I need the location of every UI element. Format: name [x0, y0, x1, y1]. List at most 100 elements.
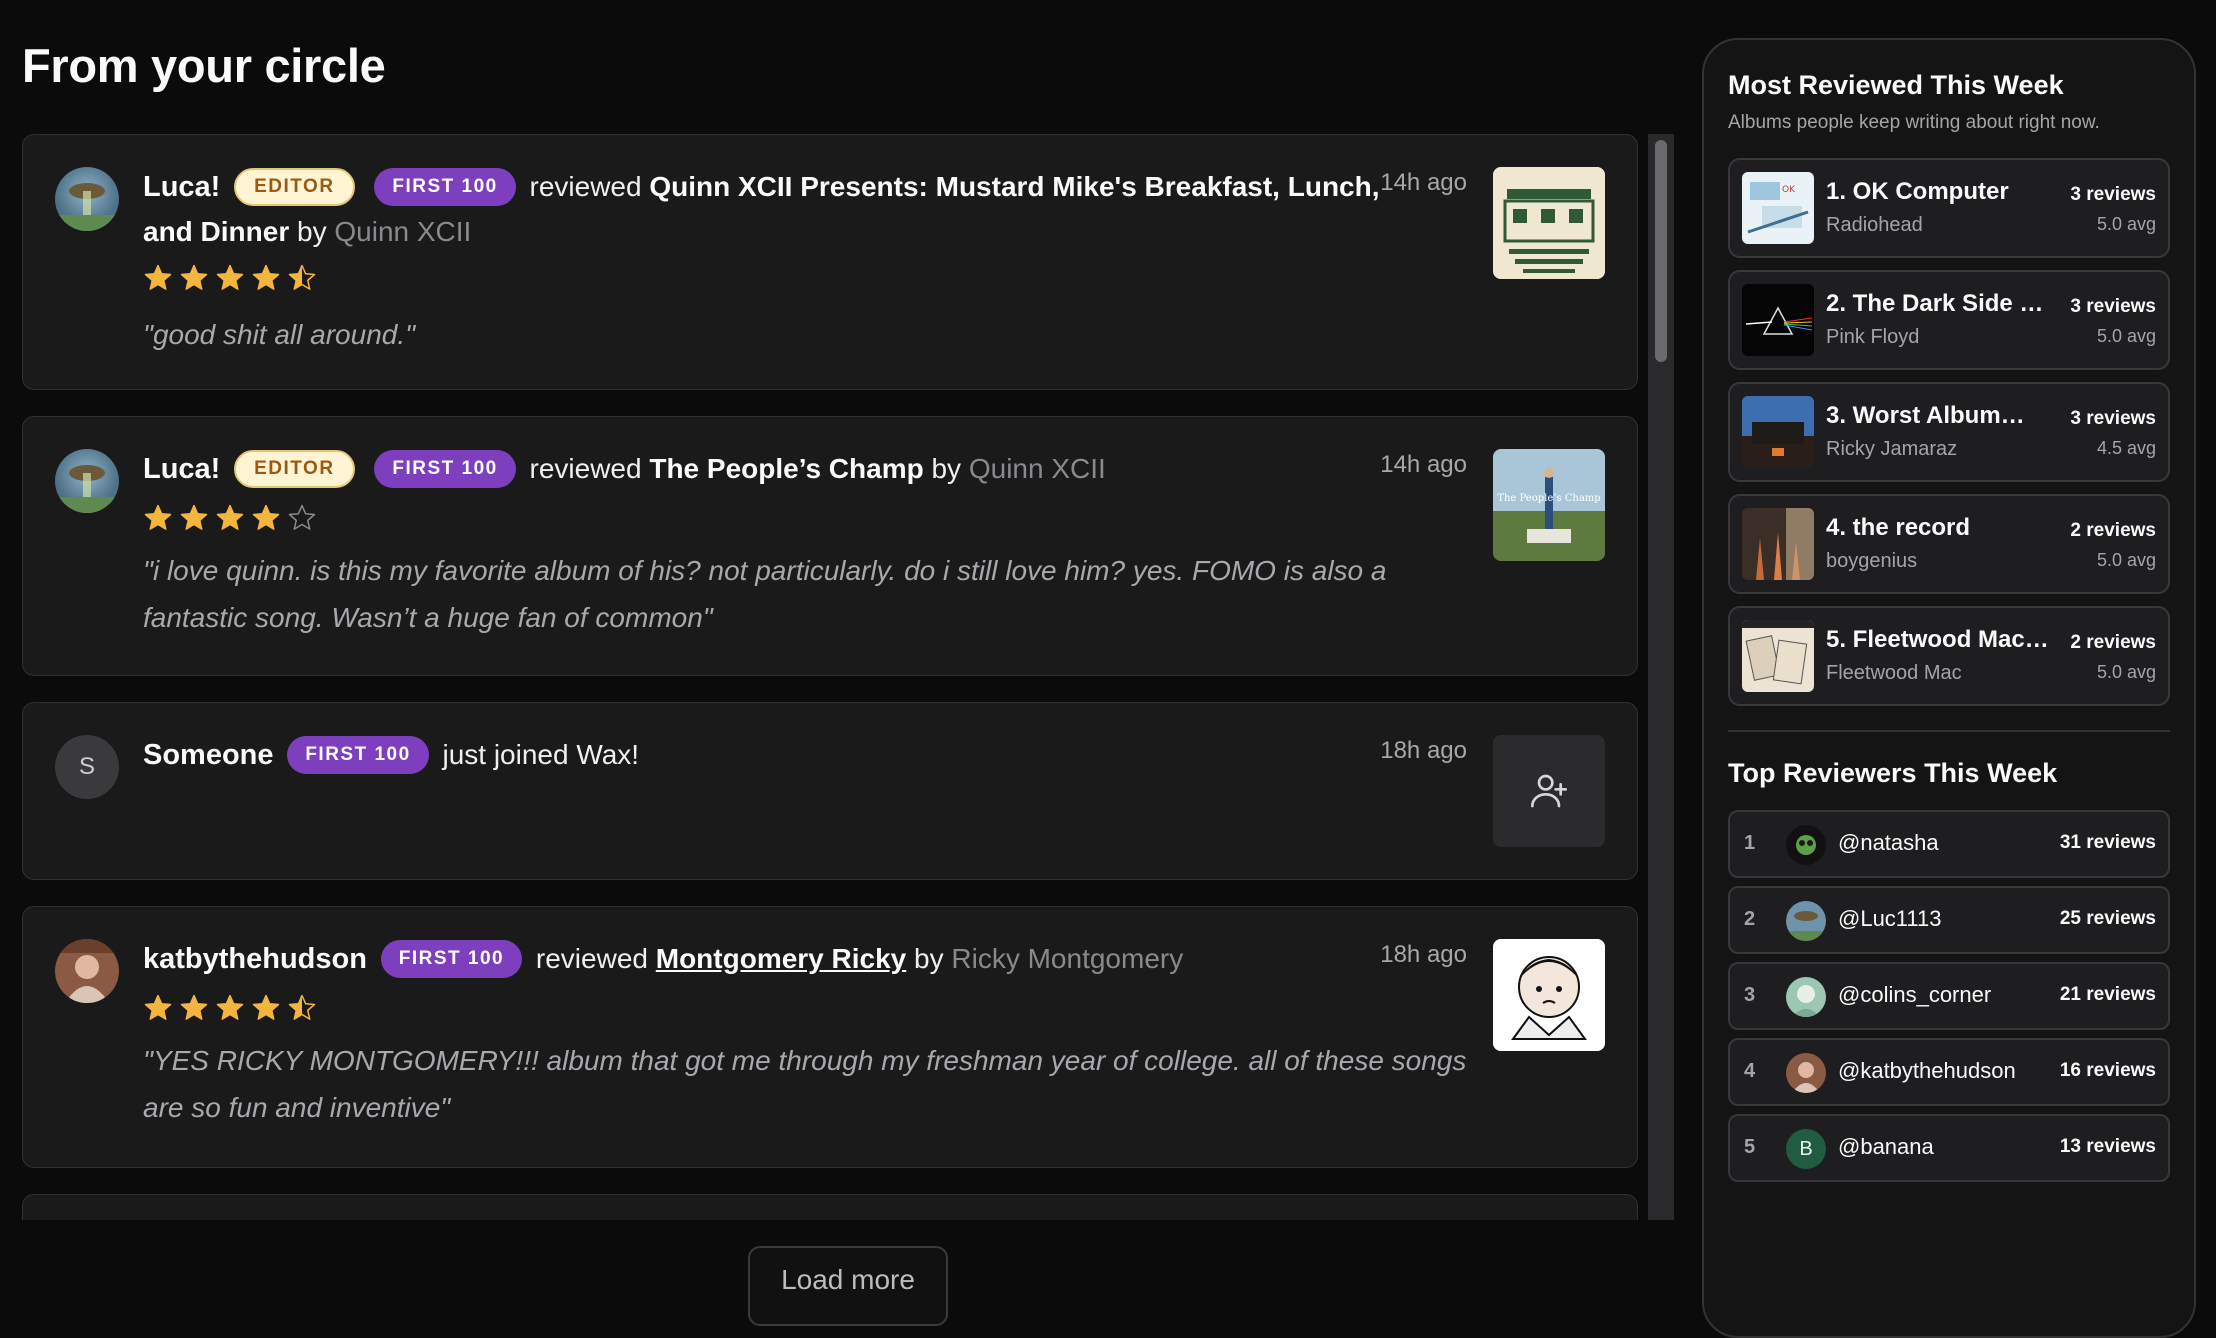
reviewer-count: 25 reviews — [2059, 908, 2156, 929]
star-full-icon — [180, 264, 208, 290]
avatar[interactable] — [55, 939, 119, 1003]
review-count: 2 reviews — [2070, 520, 2156, 541]
feed-card — [22, 1194, 1638, 1220]
review-count: 3 reviews — [2070, 184, 2156, 205]
username-link[interactable]: Luca! — [143, 171, 220, 203]
top-album-item[interactable]: OK 1. OK Computer Radiohead 3 reviews 5.… — [1728, 158, 2170, 258]
rating-average: 5.0 avg — [2096, 550, 2156, 570]
star-full-icon — [180, 504, 208, 530]
album-name: 4. the record — [1826, 514, 1971, 541]
artist-link[interactable]: Quinn XCII — [969, 453, 1106, 484]
album-thumb — [1742, 284, 1814, 356]
review-count: 3 reviews — [2070, 408, 2156, 429]
star-full-icon — [144, 994, 172, 1020]
avatar — [1786, 977, 1826, 1017]
reviewer-item[interactable]: 3 @colins_corner 21 reviews — [1728, 962, 2170, 1030]
star-empty-icon — [288, 504, 316, 530]
feed-card: katbythehudson FIRST 100 reviewed Montgo… — [22, 906, 1638, 1168]
svg-text:OK: OK — [1782, 185, 1796, 195]
top-album-item[interactable]: 3. Worst Album… Ricky Jamaraz 3 reviews … — [1728, 382, 2170, 482]
rating-average: 5.0 avg — [2096, 326, 2156, 346]
svg-text:The People’s Champ: The People’s Champ — [1497, 493, 1600, 504]
first-100-badge: FIRST 100 — [287, 735, 429, 774]
reviewer-rank: 2 — [1744, 908, 1756, 930]
reviewer-rank: 3 — [1744, 984, 1756, 1006]
star-rating — [143, 993, 317, 1023]
review-count: 3 reviews — [2070, 296, 2156, 317]
section-divider — [1728, 730, 2170, 732]
by-text: by — [914, 943, 944, 974]
star-full-icon — [180, 994, 208, 1020]
page-title: From your circle — [22, 39, 386, 92]
reviewer-rank: 1 — [1744, 832, 1756, 854]
reviewer-count: 21 reviews — [2059, 984, 2156, 1005]
reviewer-item[interactable]: 4 @katbythehudson 16 reviews — [1728, 1038, 2170, 1106]
reviewer-item[interactable]: 5 B @banana 13 reviews — [1728, 1114, 2170, 1182]
avatar[interactable]: S — [55, 735, 119, 799]
username-link[interactable]: Luca! — [143, 453, 220, 485]
username-link[interactable]: katbythehudson — [143, 943, 367, 975]
album-name: 3. Worst Album… — [1826, 402, 2025, 429]
star-full-icon — [252, 504, 280, 530]
action-text: reviewed — [535, 943, 648, 974]
album-cover[interactable] — [1493, 939, 1605, 1051]
avatar[interactable] — [55, 449, 119, 513]
scrollbar-thumb[interactable] — [1655, 140, 1667, 362]
album-thumb — [1742, 396, 1814, 468]
first-100-badge: FIRST 100 — [374, 167, 516, 206]
album-link[interactable]: The People’s Champ — [649, 453, 923, 484]
artist-link[interactable]: Quinn XCII — [334, 216, 471, 247]
reviewer-rank: 4 — [1744, 1060, 1756, 1082]
avatar[interactable] — [55, 167, 119, 231]
reviewer-handle: @banana — [1838, 1134, 1934, 1159]
username-link[interactable]: Someone — [143, 739, 274, 771]
star-half-icon — [288, 264, 316, 290]
album-cover[interactable] — [1493, 167, 1605, 279]
reviewer-rank: 5 — [1744, 1136, 1756, 1158]
sidebar: Most Reviewed This Week Albums people ke… — [1702, 38, 2196, 1338]
feed-scrollbar[interactable] — [1648, 134, 1674, 1220]
top-album-item[interactable]: 4. the record boygenius 2 reviews 5.0 av… — [1728, 494, 2170, 594]
reviewer-count: 16 reviews — [2059, 1060, 2156, 1081]
album-link[interactable]: Montgomery Ricky — [656, 943, 907, 974]
album-thumb — [1742, 508, 1814, 580]
reviewer-item[interactable]: 1 @natasha 31 reviews — [1728, 810, 2170, 878]
activity-headline: katbythehudson FIRST 100 reviewed Montgo… — [143, 937, 1393, 982]
avatar — [1786, 825, 1826, 865]
star-half-icon — [288, 994, 316, 1020]
top-reviewers-title: Top Reviewers This Week — [1728, 758, 2058, 788]
feed-card: S Someone FIRST 100 just joined Wax! 18h… — [22, 702, 1638, 880]
album-cover[interactable]: The People’s Champ — [1493, 449, 1605, 561]
star-rating — [143, 503, 317, 533]
star-rating — [143, 263, 317, 293]
artist-link[interactable]: Ricky Montgomery — [951, 943, 1183, 974]
action-text: just joined Wax! — [442, 739, 640, 770]
album-name: 2. The Dark Side … — [1826, 290, 2044, 317]
avatar — [1786, 901, 1826, 941]
star-full-icon — [216, 504, 244, 530]
reviewer-item[interactable]: 2 @Luc1113 25 reviews — [1728, 886, 2170, 954]
feed-card: Luca! EDITOR FIRST 100 reviewed Quinn XC… — [22, 134, 1638, 390]
album-name: 5. Fleetwood Mac … — [1826, 626, 2054, 653]
album-artist: Fleetwood Mac — [1826, 662, 1962, 684]
reviewer-handle: @katbythehudson — [1838, 1058, 2016, 1083]
activity-feed: Luca! EDITOR FIRST 100 reviewed Quinn XC… — [22, 134, 1640, 1220]
reviewer-handle: @Luc1113 — [1838, 906, 1942, 931]
load-more-button[interactable]: Load more — [748, 1246, 948, 1326]
reviewer-count: 31 reviews — [2059, 832, 2156, 853]
album-artist: Pink Floyd — [1826, 326, 1920, 348]
most-reviewed-subtitle: Albums people keep writing about right n… — [1728, 112, 2100, 133]
star-full-icon — [252, 994, 280, 1020]
editor-badge: EDITOR — [234, 449, 355, 488]
review-count: 2 reviews — [2070, 632, 2156, 653]
most-reviewed-title: Most Reviewed This Week — [1728, 70, 2064, 100]
reviewer-handle: @colins_corner — [1838, 982, 1992, 1007]
top-album-item[interactable]: 5. Fleetwood Mac … Fleetwood Mac 2 revie… — [1728, 606, 2170, 706]
rating-average: 4.5 avg — [2096, 438, 2156, 458]
by-text: by — [931, 453, 962, 484]
review-quote: "YES RICKY MONTGOMERY!!! album that got … — [143, 1045, 1467, 1123]
top-album-item[interactable]: 2. The Dark Side … Pink Floyd 3 reviews … — [1728, 270, 2170, 370]
reviewer-handle: @natasha — [1838, 830, 1939, 855]
star-full-icon — [144, 264, 172, 290]
add-user-icon — [1493, 735, 1605, 847]
